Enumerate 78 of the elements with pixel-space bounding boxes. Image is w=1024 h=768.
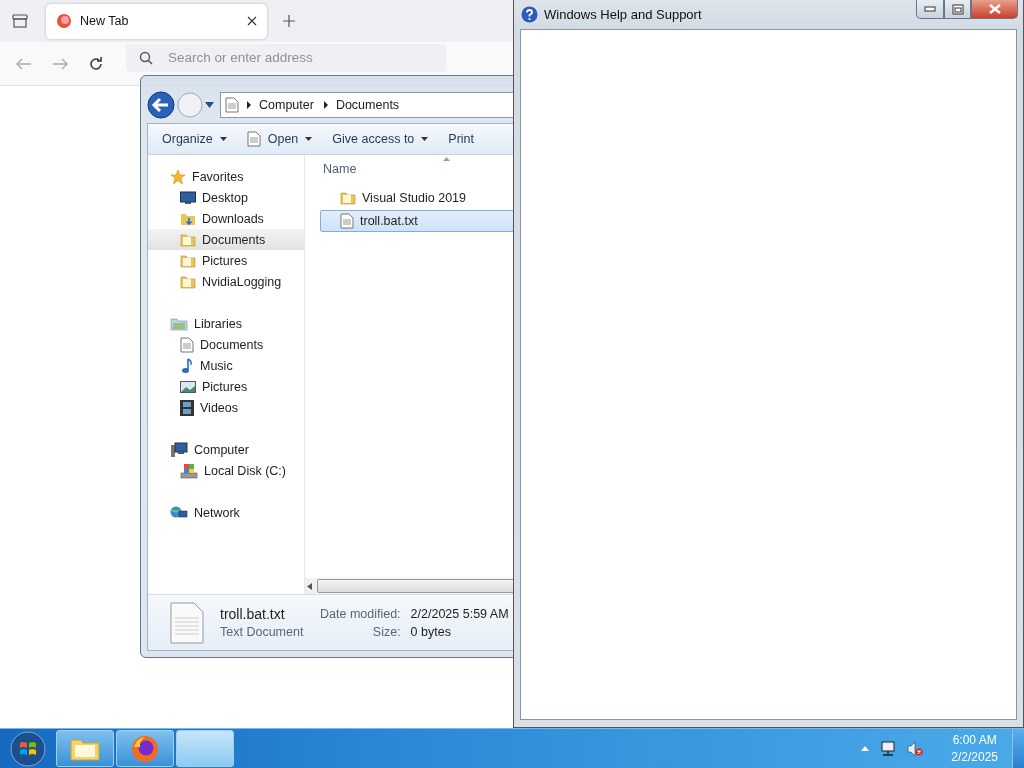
folder-icon xyxy=(180,273,196,290)
caret-up-icon[interactable] xyxy=(861,746,870,751)
firefox-icon xyxy=(131,734,159,763)
window-title: Windows Help and Support xyxy=(544,7,702,22)
toolbar-button[interactable]: Organize xyxy=(154,128,235,150)
nav-item[interactable]: Desktop xyxy=(148,187,304,208)
breadcrumb-item[interactable]: Documents xyxy=(335,98,400,112)
plus-icon[interactable] xyxy=(283,15,295,27)
file-row[interactable]: troll.bat.txt xyxy=(320,210,516,232)
firefox-icon xyxy=(56,13,72,29)
detail-value: 2/2/2025 5:59 AM xyxy=(410,606,509,621)
close-icon xyxy=(988,4,1001,14)
taskbar-button[interactable] xyxy=(56,730,114,767)
nav-item[interactable]: Pictures xyxy=(148,376,304,397)
nav-item[interactable]: Music xyxy=(148,355,304,376)
toolbar-button[interactable]: Open xyxy=(238,127,321,151)
reload-icon[interactable] xyxy=(88,55,104,72)
taskbar-button[interactable] xyxy=(116,730,174,767)
start-button-icon[interactable] xyxy=(10,730,46,767)
caret-icon xyxy=(305,137,313,141)
detail-value: 0 bytes xyxy=(410,624,452,639)
folder-icon xyxy=(70,736,100,761)
star-icon xyxy=(170,168,186,185)
folder-icon xyxy=(180,252,196,269)
nav-group[interactable]: Computer xyxy=(148,439,304,460)
maximize-button[interactable] xyxy=(944,0,971,19)
document-icon xyxy=(180,336,194,353)
nav-item[interactable]: Documents xyxy=(148,334,304,355)
nav-item[interactable]: Local Disk (C:) xyxy=(148,460,304,481)
tab-title: New Tab xyxy=(80,14,130,28)
nav-group[interactable]: Network xyxy=(148,502,304,523)
nav-item[interactable]: Documents xyxy=(148,229,304,250)
minimize-icon xyxy=(924,6,936,12)
maximize-icon xyxy=(951,3,964,15)
dropdown-arrow-icon[interactable] xyxy=(205,102,214,108)
caret-icon xyxy=(219,137,227,141)
caret-icon xyxy=(421,137,429,141)
file-name: troll.bat.txt xyxy=(220,606,286,622)
minimize-button[interactable] xyxy=(916,0,944,19)
help-icon xyxy=(521,6,538,23)
toolbar-button[interactable]: Give access to xyxy=(324,128,437,150)
muted-speaker-icon[interactable] xyxy=(907,740,924,757)
horizontal-scrollbar[interactable] xyxy=(305,578,516,594)
nav-item[interactable]: Downloads xyxy=(148,208,304,229)
nav-item[interactable]: Pictures xyxy=(148,250,304,271)
music-note-icon xyxy=(180,357,194,374)
nav-group[interactable]: Libraries xyxy=(148,313,304,334)
folder-icon xyxy=(340,190,356,206)
chevron-icon[interactable] xyxy=(246,101,252,109)
browser-tab[interactable]: New Tab xyxy=(46,3,267,39)
folder-icon xyxy=(180,231,196,248)
nav-item[interactable]: NvidiaLogging xyxy=(148,271,304,292)
close-button[interactable] xyxy=(971,0,1018,19)
search-icon xyxy=(139,50,153,65)
detail-label: Date modified: xyxy=(320,606,401,621)
computer-icon xyxy=(170,441,188,458)
file-type: Text Document xyxy=(220,625,302,639)
nav-group[interactable]: Favorites xyxy=(148,166,304,187)
close-icon[interactable] xyxy=(247,16,257,26)
back-button-icon[interactable] xyxy=(147,91,175,119)
drive-icon xyxy=(180,462,198,479)
toolbar-button[interactable]: Print xyxy=(440,128,482,150)
detail-label: Size: xyxy=(371,624,401,639)
monitor-icon xyxy=(180,190,196,205)
chevron-icon[interactable] xyxy=(322,101,329,109)
document-icon xyxy=(170,601,204,644)
file-row[interactable]: Visual Studio 2019 xyxy=(320,187,516,209)
address-field[interactable]: Search or enter address xyxy=(126,43,446,72)
document-icon xyxy=(340,213,354,229)
breadcrumb-item[interactable]: Computer xyxy=(259,98,314,112)
scroll-left-icon[interactable] xyxy=(307,582,313,590)
column-header[interactable]: Name xyxy=(323,162,357,176)
library-icon xyxy=(170,316,188,331)
picture-icon xyxy=(180,379,196,394)
nav-item[interactable]: Videos xyxy=(148,397,304,418)
sort-arrow-icon xyxy=(443,157,450,161)
tab-list-icon[interactable] xyxy=(12,14,28,28)
film-icon xyxy=(180,399,194,416)
